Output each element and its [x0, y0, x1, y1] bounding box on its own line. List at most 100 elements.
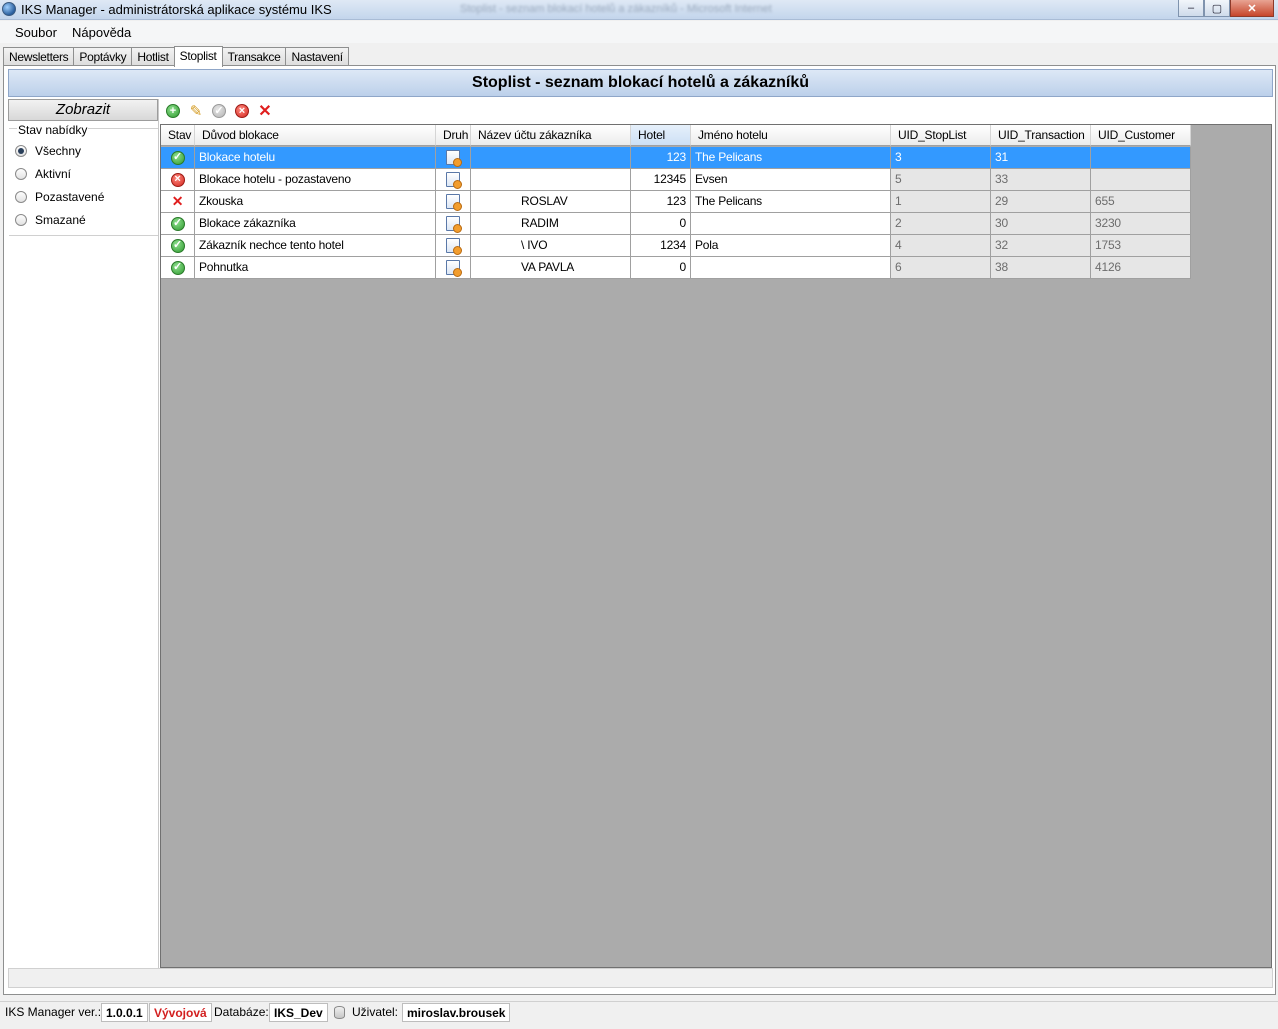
cell-uid_customer[interactable]: 655: [1091, 191, 1191, 213]
cell-zakaznik[interactable]: RADIM: [471, 213, 631, 235]
column-header-druh[interactable]: Druh: [436, 125, 471, 146]
tab-poptavky[interactable]: Poptávky: [73, 47, 133, 66]
cell-uid_transaction[interactable]: 33: [991, 169, 1091, 191]
cell-druh[interactable]: [436, 213, 471, 235]
minimize-button[interactable]: –: [1178, 0, 1204, 17]
cell-uid_customer[interactable]: 3230: [1091, 213, 1191, 235]
cell-uid_stoplist[interactable]: 6: [891, 257, 991, 279]
stoplist-grid[interactable]: Stav Důvod blokace Druh Název účtu zákazník…: [160, 124, 1272, 968]
radio-icon[interactable]: [15, 168, 27, 180]
radio-vsechny[interactable]: Všechny: [15, 144, 81, 158]
cell-zakaznik[interactable]: [471, 169, 631, 191]
menu-napoveda[interactable]: Nápověda: [72, 25, 131, 40]
hotel-kind-icon: [446, 150, 462, 167]
tab-nastaveni[interactable]: Nastavení: [285, 47, 349, 66]
cell-zakaznik[interactable]: \ IVO: [471, 235, 631, 257]
maximize-button[interactable]: ▢: [1204, 0, 1230, 17]
cell-duvod[interactable]: Blokace zákazníka: [195, 213, 436, 235]
cell-jmeno[interactable]: The Pelicans: [691, 147, 891, 169]
cell-uid_stoplist[interactable]: 1: [891, 191, 991, 213]
close-button[interactable]: ✕: [1230, 0, 1274, 17]
cell-uid_transaction[interactable]: 38: [991, 257, 1091, 279]
radio-smazane[interactable]: Smazané: [15, 213, 86, 227]
column-header-stav[interactable]: Stav: [161, 125, 195, 146]
table-row[interactable]: ✓ Zákazník nechce tento hotel \ IVO 1234 Pol…: [161, 235, 1191, 257]
column-header-hotel[interactable]: Hotel: [631, 125, 691, 146]
cell-hotel[interactable]: 123: [631, 147, 691, 169]
cell-hotel[interactable]: 12345: [631, 169, 691, 191]
cell-uid_stoplist[interactable]: 4: [891, 235, 991, 257]
cell-uid_transaction[interactable]: 30: [991, 213, 1091, 235]
cell-uid_stoplist[interactable]: 2: [891, 213, 991, 235]
cell-jmeno[interactable]: The Pelicans: [691, 191, 891, 213]
cell-uid_customer[interactable]: [1091, 147, 1191, 169]
cell-duvod[interactable]: Blokace hotelu - pozastaveno: [195, 169, 436, 191]
cell-hotel[interactable]: 1234: [631, 235, 691, 257]
cell-zakaznik[interactable]: VA PAVLA: [471, 257, 631, 279]
add-button[interactable]: +: [165, 103, 181, 119]
tab-transakce[interactable]: Transakce: [221, 47, 287, 66]
tab-stoplist[interactable]: Stoplist: [173, 46, 223, 67]
cell-druh[interactable]: [436, 257, 471, 279]
table-row[interactable]: ✓ Blokace zákazníka RADIM 0 2 30 3230: [161, 213, 1191, 235]
cell-zakaznik[interactable]: [471, 147, 631, 169]
cell-duvod[interactable]: Pohnutka: [195, 257, 436, 279]
cell-zakaznik[interactable]: ROSLAV: [471, 191, 631, 213]
cell-duvod[interactable]: Zkouska: [195, 191, 436, 213]
edit-button[interactable]: ✎: [188, 103, 204, 120]
cell-druh[interactable]: [436, 191, 471, 213]
cell-uid_customer[interactable]: 1753: [1091, 235, 1191, 257]
cell-uid_transaction[interactable]: 32: [991, 235, 1091, 257]
approve-button[interactable]: ✓: [211, 103, 227, 119]
cell-uid_customer[interactable]: 4126: [1091, 257, 1191, 279]
customer-kind-icon: [446, 260, 462, 277]
column-header-uid_stoplist[interactable]: UID_StopList: [891, 125, 991, 146]
cell-jmeno[interactable]: [691, 257, 891, 279]
cell-jmeno[interactable]: Evsen: [691, 169, 891, 191]
radio-pozastavene[interactable]: Pozastavené: [15, 190, 104, 204]
cell-uid_stoplist[interactable]: 3: [891, 147, 991, 169]
table-row[interactable]: ✕ Zkouska ROSLAV 123 The Pelicans 1 29 655: [161, 191, 1191, 213]
radio-icon[interactable]: [15, 214, 27, 226]
column-header-duvod[interactable]: Důvod blokace: [195, 125, 436, 146]
cell-stav[interactable]: ✓: [161, 235, 195, 257]
delete-button[interactable]: ✕: [257, 103, 273, 120]
column-header-zakaznik[interactable]: Název účtu zákazníka: [471, 125, 631, 146]
cell-druh[interactable]: [436, 235, 471, 257]
tab-hotlist[interactable]: Hotlist: [131, 47, 175, 66]
column-header-uid_customer[interactable]: UID_Customer: [1091, 125, 1191, 146]
cell-duvod[interactable]: Blokace hotelu: [195, 147, 436, 169]
radio-label: Všechny: [35, 144, 82, 158]
cell-uid_stoplist[interactable]: 5: [891, 169, 991, 191]
suspend-button[interactable]: ×: [234, 103, 250, 119]
cell-stav[interactable]: ✓: [161, 147, 195, 169]
suspended-status-icon: ×: [170, 172, 185, 187]
cell-stav[interactable]: ✓: [161, 257, 195, 279]
table-row[interactable]: ✓ Pohnutka VA PAVLA 0 6 38 4126: [161, 257, 1191, 279]
cell-stav[interactable]: ✓: [161, 213, 195, 235]
cell-jmeno[interactable]: Pola: [691, 235, 891, 257]
cell-druh[interactable]: [436, 169, 471, 191]
cell-duvod[interactable]: Zákazník nechce tento hotel: [195, 235, 436, 257]
column-header-uid_transaction[interactable]: UID_Transaction: [991, 125, 1091, 146]
tab-newsletters[interactable]: Newsletters: [3, 47, 75, 66]
cell-uid_transaction[interactable]: 31: [991, 147, 1091, 169]
table-row[interactable]: × Blokace hotelu - pozastaveno 12345 Evsen 5…: [161, 169, 1191, 191]
cell-jmeno[interactable]: [691, 213, 891, 235]
radio-checked-icon[interactable]: [15, 145, 27, 157]
cell-hotel[interactable]: 123: [631, 191, 691, 213]
column-header-jmeno[interactable]: Jméno hotelu: [691, 125, 891, 146]
radio-aktivni[interactable]: Aktivní: [15, 167, 71, 181]
cell-hotel[interactable]: 0: [631, 257, 691, 279]
cell-stav[interactable]: ✕: [161, 191, 195, 213]
cell-uid_customer[interactable]: [1091, 169, 1191, 191]
cell-uid_transaction[interactable]: 29: [991, 191, 1091, 213]
approve-icon: ✓: [212, 104, 226, 118]
cell-stav[interactable]: ×: [161, 169, 195, 191]
zobrazit-header[interactable]: Zobrazit: [8, 99, 158, 121]
table-row[interactable]: ✓ Blokace hotelu 123 The Pelicans 3 31: [161, 147, 1191, 169]
menu-soubor[interactable]: Soubor: [15, 25, 57, 40]
radio-icon[interactable]: [15, 191, 27, 203]
cell-hotel[interactable]: 0: [631, 213, 691, 235]
cell-druh[interactable]: [436, 147, 471, 169]
